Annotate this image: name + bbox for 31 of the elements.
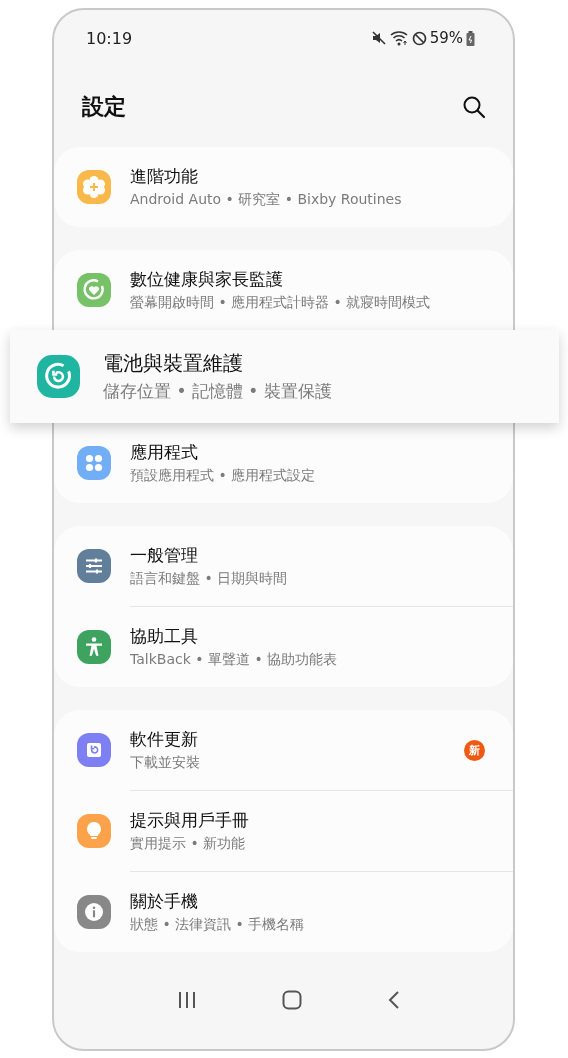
search-icon[interactable] (462, 94, 486, 119)
back-icon[interactable] (388, 990, 401, 1010)
item-subtitle: 實用提示 • 新功能 (130, 835, 247, 853)
recents-icon[interactable] (176, 991, 197, 1009)
item-subtitle: 螢幕開啟時間 • 應用程式計時器 • 就寢時間模式 (130, 294, 431, 312)
battery-icon (466, 30, 475, 46)
item-subtitle: 儲存位置 • 記憶體 • 裝置保護 (103, 380, 332, 403)
battery-percent: 59% (429, 29, 463, 47)
wifi-icon (389, 30, 409, 46)
item-title[interactable]: 協助工具 (130, 625, 338, 648)
mute-icon (370, 30, 387, 46)
item-subtitle: 下載並安裝 (130, 754, 200, 772)
home-icon[interactable] (282, 990, 303, 1010)
item-subtitle: TalkBack • 單聲道 • 協助功能表 (130, 651, 338, 669)
item-title[interactable]: 進階功能 (130, 165, 402, 188)
item-subtitle: 語言和鍵盤 • 日期與時間 (130, 570, 288, 588)
status-time: 10:19 (86, 28, 133, 48)
item-subtitle: 預設應用程式 • 應用程式設定 (130, 467, 316, 485)
item-title[interactable]: 軟件更新 (130, 728, 200, 751)
item-subtitle: Android Auto • 研究室 • Bixby Routines (130, 191, 402, 209)
item-title[interactable]: 一般管理 (130, 544, 288, 567)
item-title[interactable]: 應用程式 (130, 441, 316, 464)
item-subtitle: 狀態 • 法律資訊 • 手機名稱 (130, 916, 305, 934)
item-title[interactable]: 數位健康與家長監護 (130, 268, 431, 291)
highlight-card[interactable]: 電池與裝置維護 儲存位置 • 記憶體 • 裝置保護 (10, 330, 559, 423)
item-title[interactable]: 電池與裝置維護 (103, 350, 332, 377)
do-not-disturb-icon (411, 30, 427, 46)
item-title[interactable]: 提示與用戶手冊 (130, 809, 249, 832)
new-badge: 新 (464, 739, 485, 761)
page-title: 設定 (82, 92, 126, 121)
item-title[interactable]: 關於手機 (130, 890, 305, 913)
